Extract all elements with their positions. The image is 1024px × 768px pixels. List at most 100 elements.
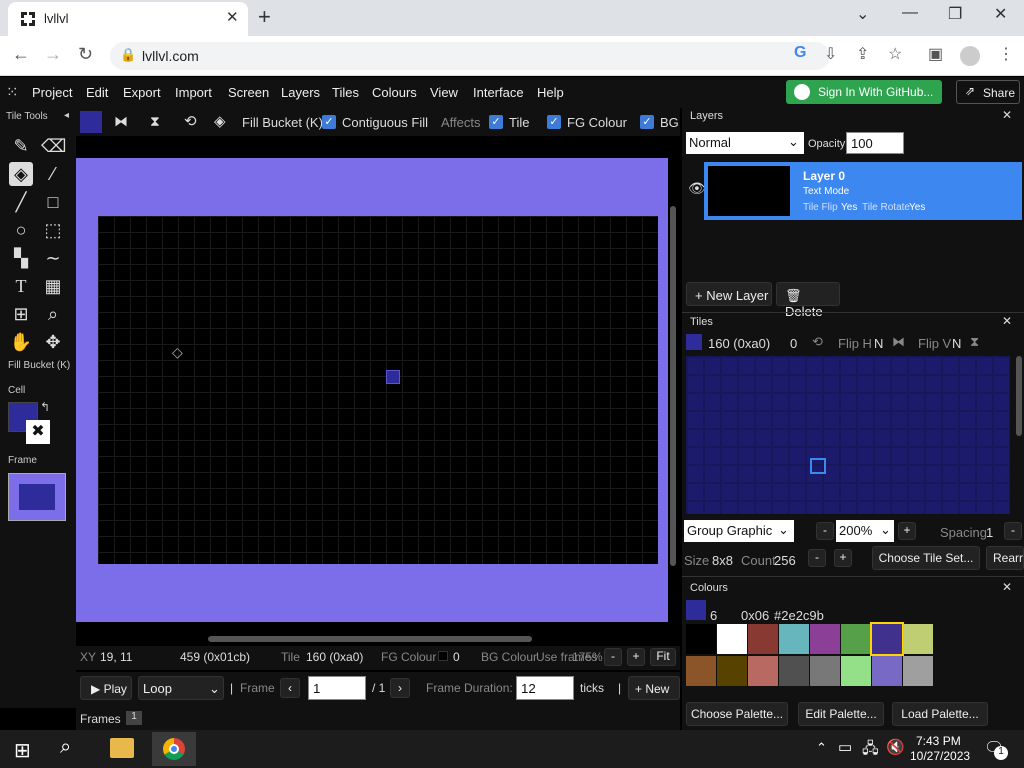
side-panel-icon[interactable]: ▣ (928, 44, 943, 64)
file-explorer-icon[interactable] (110, 738, 134, 758)
url-field[interactable]: 🔒 lvllvl.com (110, 42, 830, 70)
tile-zoom-select[interactable]: 200% ⌄ (836, 520, 894, 542)
tile-set-grid[interactable] (686, 356, 1010, 514)
menu-export[interactable]: Export (123, 85, 161, 100)
network-icon[interactable]: 🖧 (862, 738, 879, 763)
new-tab-icon[interactable]: + (258, 4, 271, 30)
menu-interface[interactable]: Interface (473, 85, 524, 100)
volume-muted-icon[interactable]: 🔇 (886, 738, 905, 756)
count-decrease-button[interactable]: - (808, 549, 826, 567)
tile-preview-icon[interactable]: ✖ (26, 420, 50, 444)
marquee-select-icon[interactable]: ⬚ (41, 218, 65, 242)
menu-edit[interactable]: Edit (86, 85, 108, 100)
menu-project[interactable]: Project (32, 85, 72, 100)
count-increase-button[interactable]: + (834, 549, 852, 567)
browser-tab[interactable]: lvllvl ✕ (8, 2, 248, 36)
affects-bg-checkbox[interactable]: ✓ (640, 115, 654, 129)
tile-grid-canvas[interactable]: ◇ (98, 216, 658, 564)
duration-input[interactable] (516, 676, 574, 700)
vertical-scrollbar[interactable] (670, 206, 676, 566)
clock-time[interactable]: 7:43 PM (916, 734, 961, 748)
palette-swatch[interactable] (717, 656, 747, 686)
rotate-tile-icon[interactable]: ⟲ (812, 334, 823, 350)
palette-swatch[interactable] (903, 656, 933, 686)
windows-start-icon[interactable]: ⊞ (14, 738, 31, 763)
flip-vertical-icon[interactable]: ⧗ (150, 113, 160, 130)
install-icon[interactable]: ⇩ (824, 44, 837, 64)
tile-zoom-out-button[interactable]: - (816, 522, 834, 540)
ellipse-icon[interactable]: ○ (9, 218, 33, 242)
zoom-icon[interactable]: ⌕ (41, 302, 65, 326)
flip-h-icon[interactable]: ⧓ (892, 334, 905, 350)
close-window-icon[interactable]: ✕ (994, 4, 1007, 24)
next-frame-button[interactable]: › (390, 678, 410, 698)
palette-swatch[interactable] (872, 656, 902, 686)
choose-tileset-button[interactable]: Choose Tile Set... (872, 546, 980, 570)
prev-frame-button[interactable]: ‹ (280, 678, 300, 698)
fit-button[interactable]: Fit (650, 648, 676, 666)
fill-bucket-icon[interactable]: ◈ (9, 162, 33, 186)
flip-v-icon[interactable]: ⧗ (970, 334, 979, 350)
close-layers-icon[interactable]: ✕ (1002, 108, 1012, 122)
palette-swatch[interactable] (686, 656, 716, 686)
rotate-icon[interactable]: ⟲ (184, 112, 197, 130)
menu-layers[interactable]: Layers (281, 85, 320, 100)
rectangle-icon[interactable]: □ (41, 190, 65, 214)
menu-view[interactable]: View (430, 85, 458, 100)
opacity-input[interactable] (846, 132, 904, 154)
back-icon[interactable]: ← (12, 44, 30, 65)
palette-swatch[interactable] (810, 656, 840, 686)
blend-mode-select[interactable]: Normal ⌄ (686, 132, 804, 154)
palette-swatch[interactable] (686, 624, 716, 654)
close-colours-icon[interactable]: ✕ (1002, 580, 1012, 594)
menu-help[interactable]: Help (537, 85, 564, 100)
move-icon[interactable]: ✥ (41, 330, 65, 354)
loop-select[interactable]: Loop ⌄ (138, 676, 224, 700)
new-frame-button[interactable]: + New (628, 676, 680, 700)
spacing-decrease-button[interactable]: - (1004, 522, 1022, 540)
github-signin-button[interactable]: Sign In With GitHub... (786, 80, 942, 104)
menu-screen[interactable]: Screen (228, 85, 269, 100)
palette-swatch[interactable] (779, 656, 809, 686)
palette-swatch[interactable] (748, 656, 778, 686)
rearrange-button[interactable]: Rearra (986, 546, 1024, 570)
eyedropper-icon[interactable]: ⁄ (41, 162, 65, 186)
smooth-line-icon[interactable]: ∼ (41, 246, 65, 270)
reload-icon[interactable]: ↻ (78, 44, 93, 65)
pattern-icon[interactable]: ▦ (41, 274, 65, 298)
frames-count-badge[interactable]: 1 (126, 711, 142, 725)
profile-avatar-icon[interactable] (960, 46, 980, 66)
edit-palette-button[interactable]: Edit Palette... (798, 702, 884, 726)
play-button[interactable]: ▶ Play (80, 676, 132, 700)
chevron-down-icon[interactable]: ⌄ (856, 4, 869, 24)
choose-palette-button[interactable]: Choose Palette... (686, 702, 788, 726)
load-palette-button[interactable]: Load Palette... (892, 702, 988, 726)
line-icon[interactable]: ╱ (9, 190, 33, 214)
swap-colours-icon[interactable]: ↰ (40, 400, 50, 414)
palette-swatch[interactable] (810, 624, 840, 654)
delete-layer-button[interactable]: 🗑 Delete (776, 282, 840, 319)
tile-zoom-in-button[interactable]: + (898, 522, 916, 540)
bookmark-star-icon[interactable]: ☆ (888, 44, 902, 64)
palette-swatch[interactable] (870, 622, 904, 656)
affects-tile-checkbox[interactable]: ✓ (489, 115, 503, 129)
hand-pan-icon[interactable]: ✋ (9, 330, 33, 354)
palette-swatch[interactable] (779, 624, 809, 654)
search-icon[interactable]: ⌕ (60, 736, 71, 759)
menu-import[interactable]: Import (175, 85, 212, 100)
zoom-out-button[interactable]: - (604, 648, 622, 666)
more-menu-icon[interactable]: ⋮ (998, 44, 1014, 64)
palette-swatch[interactable] (717, 624, 747, 654)
app-logo-icon[interactable]: ⁙ (6, 83, 19, 101)
share-button[interactable]: ⇗ Share (956, 80, 1020, 104)
tile-group-select[interactable]: Group Graphic ⌄ (684, 520, 794, 542)
frame-input[interactable] (308, 676, 366, 700)
palette-swatch[interactable] (841, 656, 871, 686)
contiguous-checkbox[interactable]: ✓ (322, 115, 336, 129)
close-tiles-icon[interactable]: ✕ (1002, 314, 1012, 328)
share-page-icon[interactable]: ⇪ (856, 44, 869, 64)
new-layer-button[interactable]: + New Layer (686, 282, 772, 306)
flip-horizontal-icon[interactable]: ⧓ (114, 113, 128, 130)
affects-fg-checkbox[interactable]: ✓ (547, 115, 561, 129)
zoom-in-button[interactable]: + (627, 648, 645, 666)
